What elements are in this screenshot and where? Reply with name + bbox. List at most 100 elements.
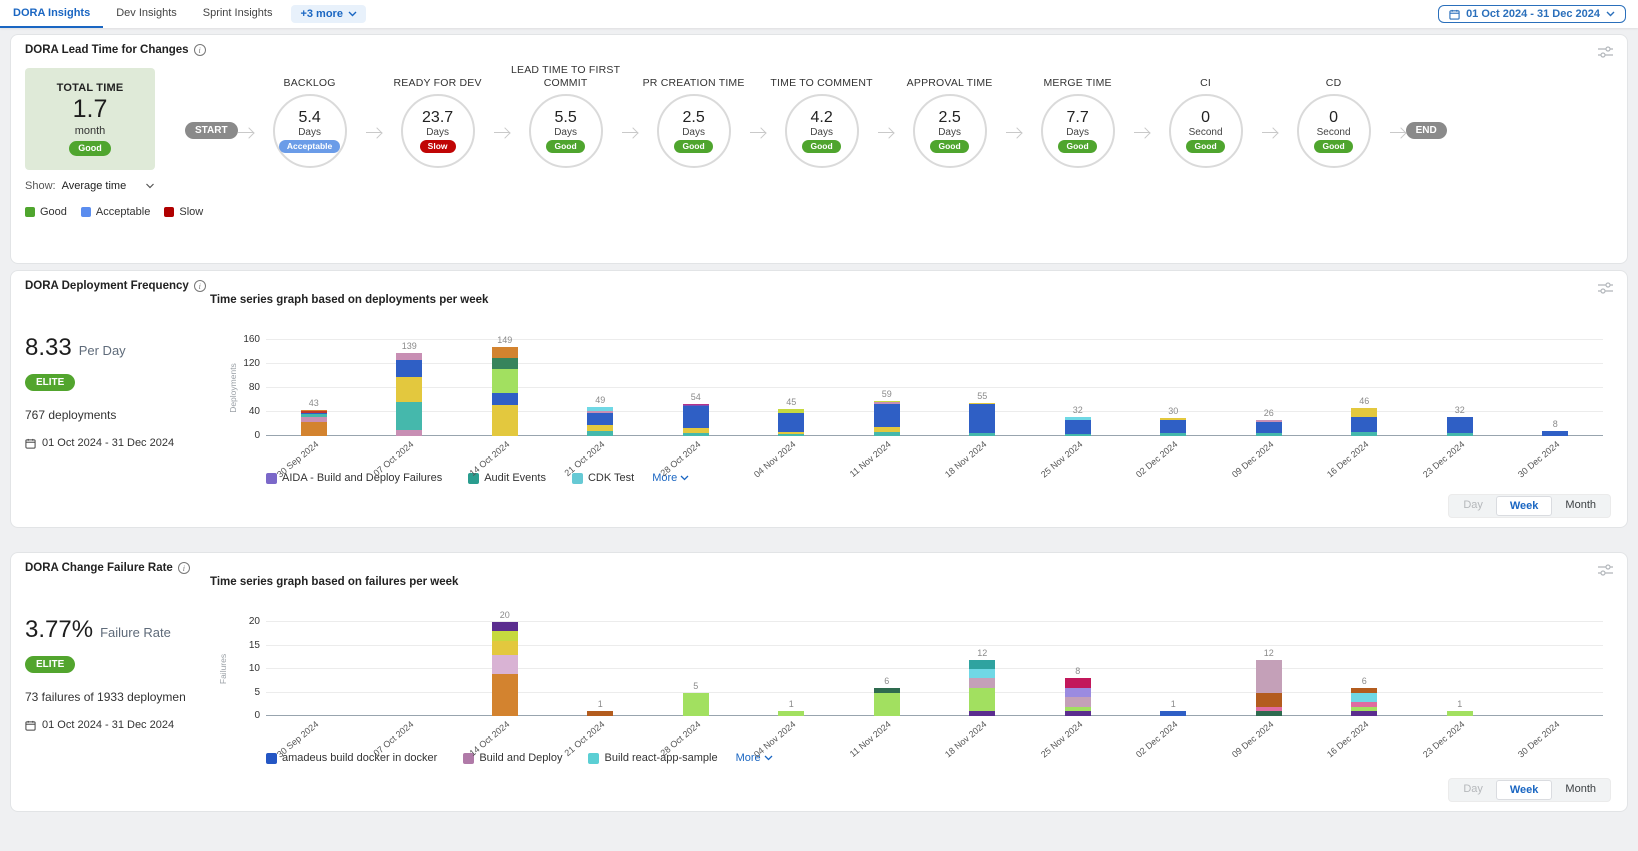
stage-status-badge: Good [930,140,968,153]
bar-total-label: 54 [648,392,744,402]
filter-settings-icon[interactable] [1598,281,1613,299]
x-tick-label: 18 Nov 2024 [943,439,989,479]
x-tick: 02 Dec 2024 [1126,436,1222,476]
stacked-bar [1351,408,1377,436]
flow-stage-time-to-comment[interactable]: TIME TO COMMENT4.2DaysGood [766,60,878,168]
info-icon[interactable]: i [178,562,190,574]
bar-column: 1 [553,622,649,716]
flow-arrow [494,132,510,133]
bar-column: 1 [1412,622,1508,716]
bar-total-label: 6 [839,676,935,686]
failure-toggle-week[interactable]: Week [1496,780,1553,800]
y-tick-label: 10 [230,663,260,674]
y-tick-label: 40 [230,406,260,417]
filter-settings-icon[interactable] [1598,45,1613,63]
flow-stage-backlog[interactable]: BACKLOG5.4DaysAcceptable [254,60,366,168]
stage-status-badge: Good [674,140,712,153]
deployment-toggle-month[interactable]: Month [1552,496,1609,516]
bar-total-label: 45 [744,397,840,407]
stage-circle: 2.5DaysGood [657,94,731,168]
bar-segment [683,693,709,717]
flow-stage-lead-time-to-first-commit[interactable]: LEAD TIME TO FIRST COMMIT5.5DaysGood [510,60,622,168]
bar-segment [396,402,422,430]
bar-total-label: 149 [457,335,553,345]
x-tick-label: 30 Dec 2024 [1516,719,1562,759]
x-tick: 30 Sep 2024 [266,436,362,476]
bar-segment [396,377,422,402]
bar-total-label: 8 [1030,666,1126,676]
bar-column: 8 [1508,340,1604,436]
bar-column: 46 [1317,340,1413,436]
flow-end-node: END [1406,122,1447,139]
stacked-bar [1351,688,1377,716]
x-tick: 23 Dec 2024 [1412,716,1508,756]
stage-label: BACKLOG [284,60,336,90]
stacked-bar [683,693,709,717]
bar-total-label: 1 [1412,699,1508,709]
flow-stage-ready-for-dev[interactable]: READY FOR DEV23.7DaysSlow [382,60,494,168]
legend-swatch [164,207,174,217]
tab-bar: DORA InsightsDev InsightsSprint Insights [0,0,285,28]
failure-stats: 3.77% Failure Rate ELITE 73 failures of … [25,574,210,764]
bar-total-label: 26 [1221,408,1317,418]
bar-segment [396,353,422,360]
show-selector[interactable]: Show: Average time [25,180,155,192]
deployment-toggle-week[interactable]: Week [1496,496,1553,516]
bar-total-label: 139 [362,341,458,351]
y-tick-label: 15 [230,640,260,651]
flow-stage-ci[interactable]: CI0SecondGood [1150,60,1262,168]
filter-settings-icon[interactable] [1598,563,1613,581]
tab-sprint-insights[interactable]: Sprint Insights [190,0,286,28]
tab-dev-insights[interactable]: Dev Insights [103,0,190,28]
bar-column: 12 [935,622,1031,716]
bar-segment [874,404,900,427]
stage-unit: Second [1317,127,1351,138]
bar-segment [969,404,995,433]
date-range-picker[interactable]: 01 Oct 2024 - 31 Dec 2024 [1438,5,1626,23]
x-tick: 09 Dec 2024 [1221,716,1317,756]
x-tick: 30 Sep 2024 [266,716,362,756]
stage-label: PR CREATION TIME [643,60,745,90]
stacked-bar [683,404,709,436]
more-tabs-button[interactable]: +3 more [291,5,366,23]
flow-stage-cd[interactable]: CD0SecondGood [1278,60,1390,168]
bar-segment [969,669,995,678]
bar-segment [492,347,518,358]
bar-segment [492,369,518,393]
flow-stage-approval-time[interactable]: APPROVAL TIME2.5DaysGood [894,60,1006,168]
bar-segment [1447,417,1473,433]
y-tick-label: 0 [230,710,260,721]
bar-total-label: 43 [266,398,362,408]
flow-stage-merge-time[interactable]: MERGE TIME7.7DaysGood [1022,60,1134,168]
x-tick: 18 Nov 2024 [935,436,1031,476]
failure-toggle-month[interactable]: Month [1552,780,1609,800]
x-tick-label: 28 Oct 2024 [658,439,702,478]
x-tick-label: 30 Dec 2024 [1516,439,1562,479]
bar-total-label: 32 [1412,405,1508,415]
failure-toggle-day[interactable]: Day [1450,780,1496,800]
deployment-date-range: 01 Oct 2024 - 31 Dec 2024 [42,437,174,449]
bar-total-label: 12 [935,648,1031,658]
flow-stage-pr-creation-time[interactable]: PR CREATION TIME2.5DaysGood [638,60,750,168]
stage-label: APPROVAL TIME [907,60,993,90]
tab-dora-insights[interactable]: DORA Insights [0,0,103,28]
flow-arrow [622,132,638,133]
x-tick: 09 Dec 2024 [1221,436,1317,476]
deployment-granularity-toggle: DayWeekMonth [1448,494,1611,518]
bar-total-label: 49 [553,395,649,405]
bar-column: 12 [1221,622,1317,716]
more-tabs-label: +3 more [300,8,343,20]
deployment-toggle-day[interactable]: Day [1450,496,1496,516]
stage-unit: Days [682,127,705,138]
stacked-bar [874,401,900,436]
stacked-bar [874,688,900,716]
elite-badge: ELITE [25,374,75,391]
x-tick: 14 Oct 2024 [457,716,553,756]
info-icon[interactable]: i [194,44,206,56]
legend-label: Slow [179,206,203,218]
info-icon[interactable]: i [194,280,206,292]
bar-segment [1256,422,1282,433]
deployment-count: 767 deployments [25,408,185,422]
bar-total-label: 55 [935,391,1031,401]
total-time-value: 1.7 [73,95,108,124]
